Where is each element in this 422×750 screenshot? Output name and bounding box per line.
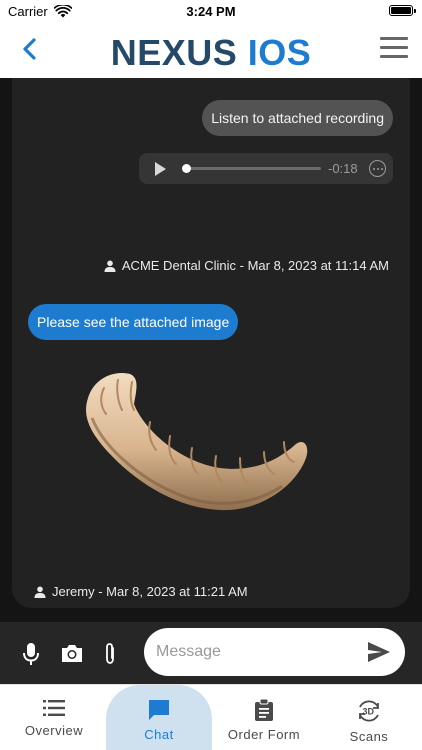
svg-text:3D: 3D [363,707,375,717]
audio-player: -0:18 [139,153,393,184]
message-field[interactable] [144,628,405,676]
chat-panel: Listen to attached recording -0:18 ACME … [12,78,410,608]
tab-overview[interactable]: Overview [8,685,100,750]
tab-overview-label: Overview [24,723,84,738]
audio-remaining-time: -0:18 [328,161,358,176]
send-icon[interactable] [367,641,391,663]
camera-icon[interactable] [60,642,84,664]
person-icon [34,586,46,598]
tab-chat[interactable]: Chat [106,685,212,750]
message-meta: ACME Dental Clinic - Mar 8, 2023 at 11:1… [104,258,389,273]
tab-scans[interactable]: 3D Scans [324,685,414,750]
status-time: 3:24 PM [186,4,236,19]
message-meta-text: Jeremy - Mar 8, 2023 at 11:21 AM [52,584,248,599]
tab-scans-label: Scans [349,729,389,744]
status-bar: Carrier 3:24 PM [0,0,422,24]
brand-ios: IOS [247,32,312,73]
microphone-icon[interactable] [22,642,40,666]
message-input[interactable] [156,640,356,664]
message-bubble-outgoing: Listen to attached recording [202,100,393,136]
message-meta: Jeremy - Mar 8, 2023 at 11:21 AM [34,584,248,599]
list-icon [43,700,65,716]
message-bubble-incoming: Please see the attached image [28,304,239,340]
play-icon[interactable] [155,162,166,176]
tab-order-form[interactable]: Order Form [212,685,316,750]
tab-chat-label: Chat [144,727,174,742]
battery-icon [389,5,416,16]
tab-order-form-label: Order Form [227,727,301,742]
brand-logo: NEXUS IOS [0,32,422,74]
hamburger-menu-icon[interactable] [380,37,408,59]
3d-rotate-icon: 3D [359,700,379,722]
audio-progress-track[interactable] [184,167,321,170]
message-meta-text: ACME Dental Clinic - Mar 8, 2023 at 11:1… [121,258,389,273]
brand-nexus: NEXUS [110,32,238,73]
person-icon [104,260,116,272]
app-header: NEXUS IOS [0,24,422,78]
chat-icon [149,700,169,720]
composer-bar [0,622,422,684]
audio-progress-knob[interactable] [182,164,191,173]
dental-arch-image[interactable] [70,358,316,528]
more-options-icon[interactable] [369,160,386,177]
tab-bar: Overview Chat Order Form 3D Scans [0,684,422,750]
paperclip-icon[interactable] [101,642,119,666]
clipboard-icon [255,699,273,721]
